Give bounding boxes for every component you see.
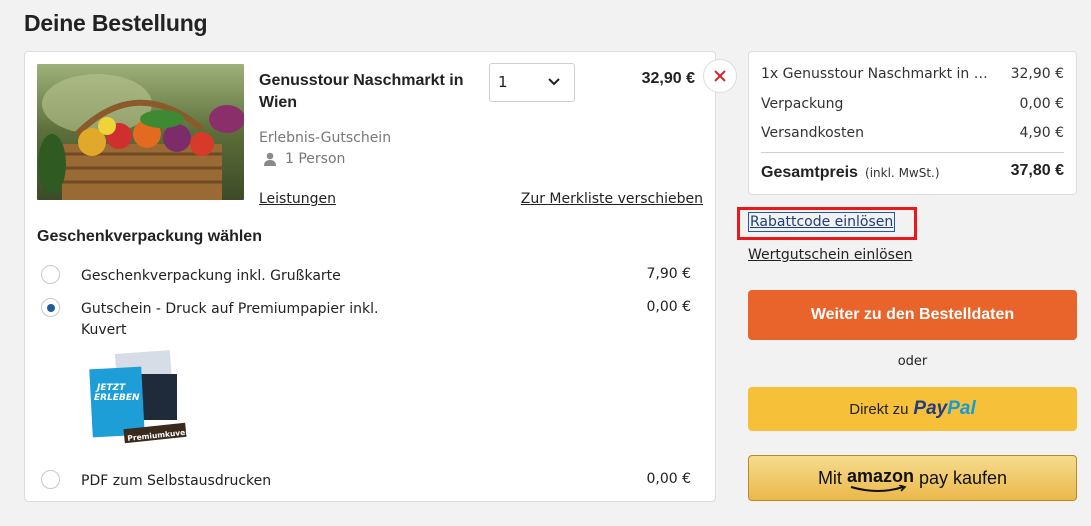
voucher-text-line2: ERLEBEN: [94, 393, 140, 403]
product-type: Erlebnis-Gutschein: [259, 130, 392, 146]
move-to-wishlist-link[interactable]: Zur Merkliste verschieben: [521, 191, 703, 207]
continue-button[interactable]: Weiter zu den Bestelldaten: [748, 290, 1077, 340]
summary-row: Verpackung 0,00 €: [761, 96, 1064, 112]
paypal-prefix: Direkt zu: [849, 400, 909, 418]
option-label: Gutschein - Druck auf Premiumpapier inkl…: [81, 301, 379, 338]
option-price: 0,00 €: [646, 299, 691, 315]
premium-voucher-image: JETZT ERLEBEN Premiumkuvert: [89, 348, 193, 448]
remove-item-button[interactable]: [703, 59, 737, 93]
option-label: Geschenkverpackung inkl. Grußkarte: [81, 268, 341, 284]
chevron-down-icon: [548, 78, 560, 86]
oder-separator: oder: [897, 354, 928, 369]
paypal-logo-pay: Pay: [913, 398, 948, 419]
quantity-select[interactable]: 1: [489, 63, 575, 102]
redeem-voucher-link[interactable]: Wertgutschein einlösen: [748, 247, 912, 263]
page-title: Deine Bestellung: [24, 10, 208, 36]
summary-item-amount: 32,90 €: [1010, 66, 1064, 82]
amazon-smile-icon: [850, 484, 907, 492]
paypal-logo: PayPal: [913, 398, 975, 420]
summary-row: 1x Genusstour Naschmarkt in Wien 32,90 €: [761, 66, 1064, 82]
leistungen-link[interactable]: Leistungen: [259, 191, 336, 207]
voucher-text-line1: JETZT: [95, 383, 126, 393]
total-note: (inkl. MwSt.): [865, 166, 940, 180]
order-summary: 1x Genusstour Naschmarkt in Wien 32,90 €…: [748, 51, 1077, 195]
option-label: PDF zum Selbstausdrucken: [81, 473, 272, 489]
total-amount: 37,80 €: [1010, 162, 1064, 179]
person-icon: [264, 152, 276, 166]
person-count: 1 Person: [263, 151, 345, 167]
summary-item-name: Versandkosten: [761, 125, 864, 141]
summary-item-amount: 0,00 €: [1019, 96, 1064, 112]
gift-wrap-radio-pdf[interactable]: [41, 470, 60, 489]
cart-item-card: Genusstour Naschmarkt in Wien 1 32,90 € …: [24, 51, 737, 502]
quantity-value: 1: [498, 73, 508, 91]
summary-divider: [761, 152, 1064, 153]
option-price: 0,00 €: [646, 471, 691, 487]
gift-wrap-heading: Geschenkverpackung wählen: [37, 228, 262, 245]
product-image[interactable]: [37, 64, 244, 200]
summary-row: Versandkosten 4,90 €: [761, 125, 1064, 141]
summary-item-name: 1x Genusstour Naschmarkt in Wien: [761, 66, 1001, 82]
amazon-logo: amazon: [846, 465, 914, 492]
product-title[interactable]: Genusstour Naschmarkt in Wien: [259, 70, 469, 114]
summary-item-amount: 4,90 €: [1019, 125, 1064, 141]
total-label: Gesamtpreis: [761, 164, 858, 181]
redeem-discount-code-link[interactable]: Rabattcode einlösen: [748, 212, 896, 232]
paypal-button[interactable]: Direkt zu PayPal: [748, 387, 1077, 431]
gift-wrap-radio-premium[interactable]: [41, 298, 60, 317]
amazon-suffix: pay kaufen: [918, 467, 1008, 488]
summary-item-name: Verpackung: [761, 96, 844, 112]
amazon-prefix: Mit: [817, 467, 842, 488]
paypal-logo-pal: Pal: [947, 398, 976, 419]
amazon-pay-button[interactable]: Mit amazon pay kaufen: [748, 455, 1077, 501]
person-count-label: 1 Person: [285, 151, 346, 167]
gift-wrap-radio-card[interactable]: [41, 265, 60, 284]
product-price: 32,90 €: [641, 70, 695, 87]
amazon-logo-text: amazon: [846, 465, 914, 486]
close-icon: [714, 70, 726, 82]
summary-total: Gesamtpreis (inkl. MwSt.) 37,80 €: [761, 162, 1064, 182]
option-price: 7,90 €: [646, 266, 691, 282]
